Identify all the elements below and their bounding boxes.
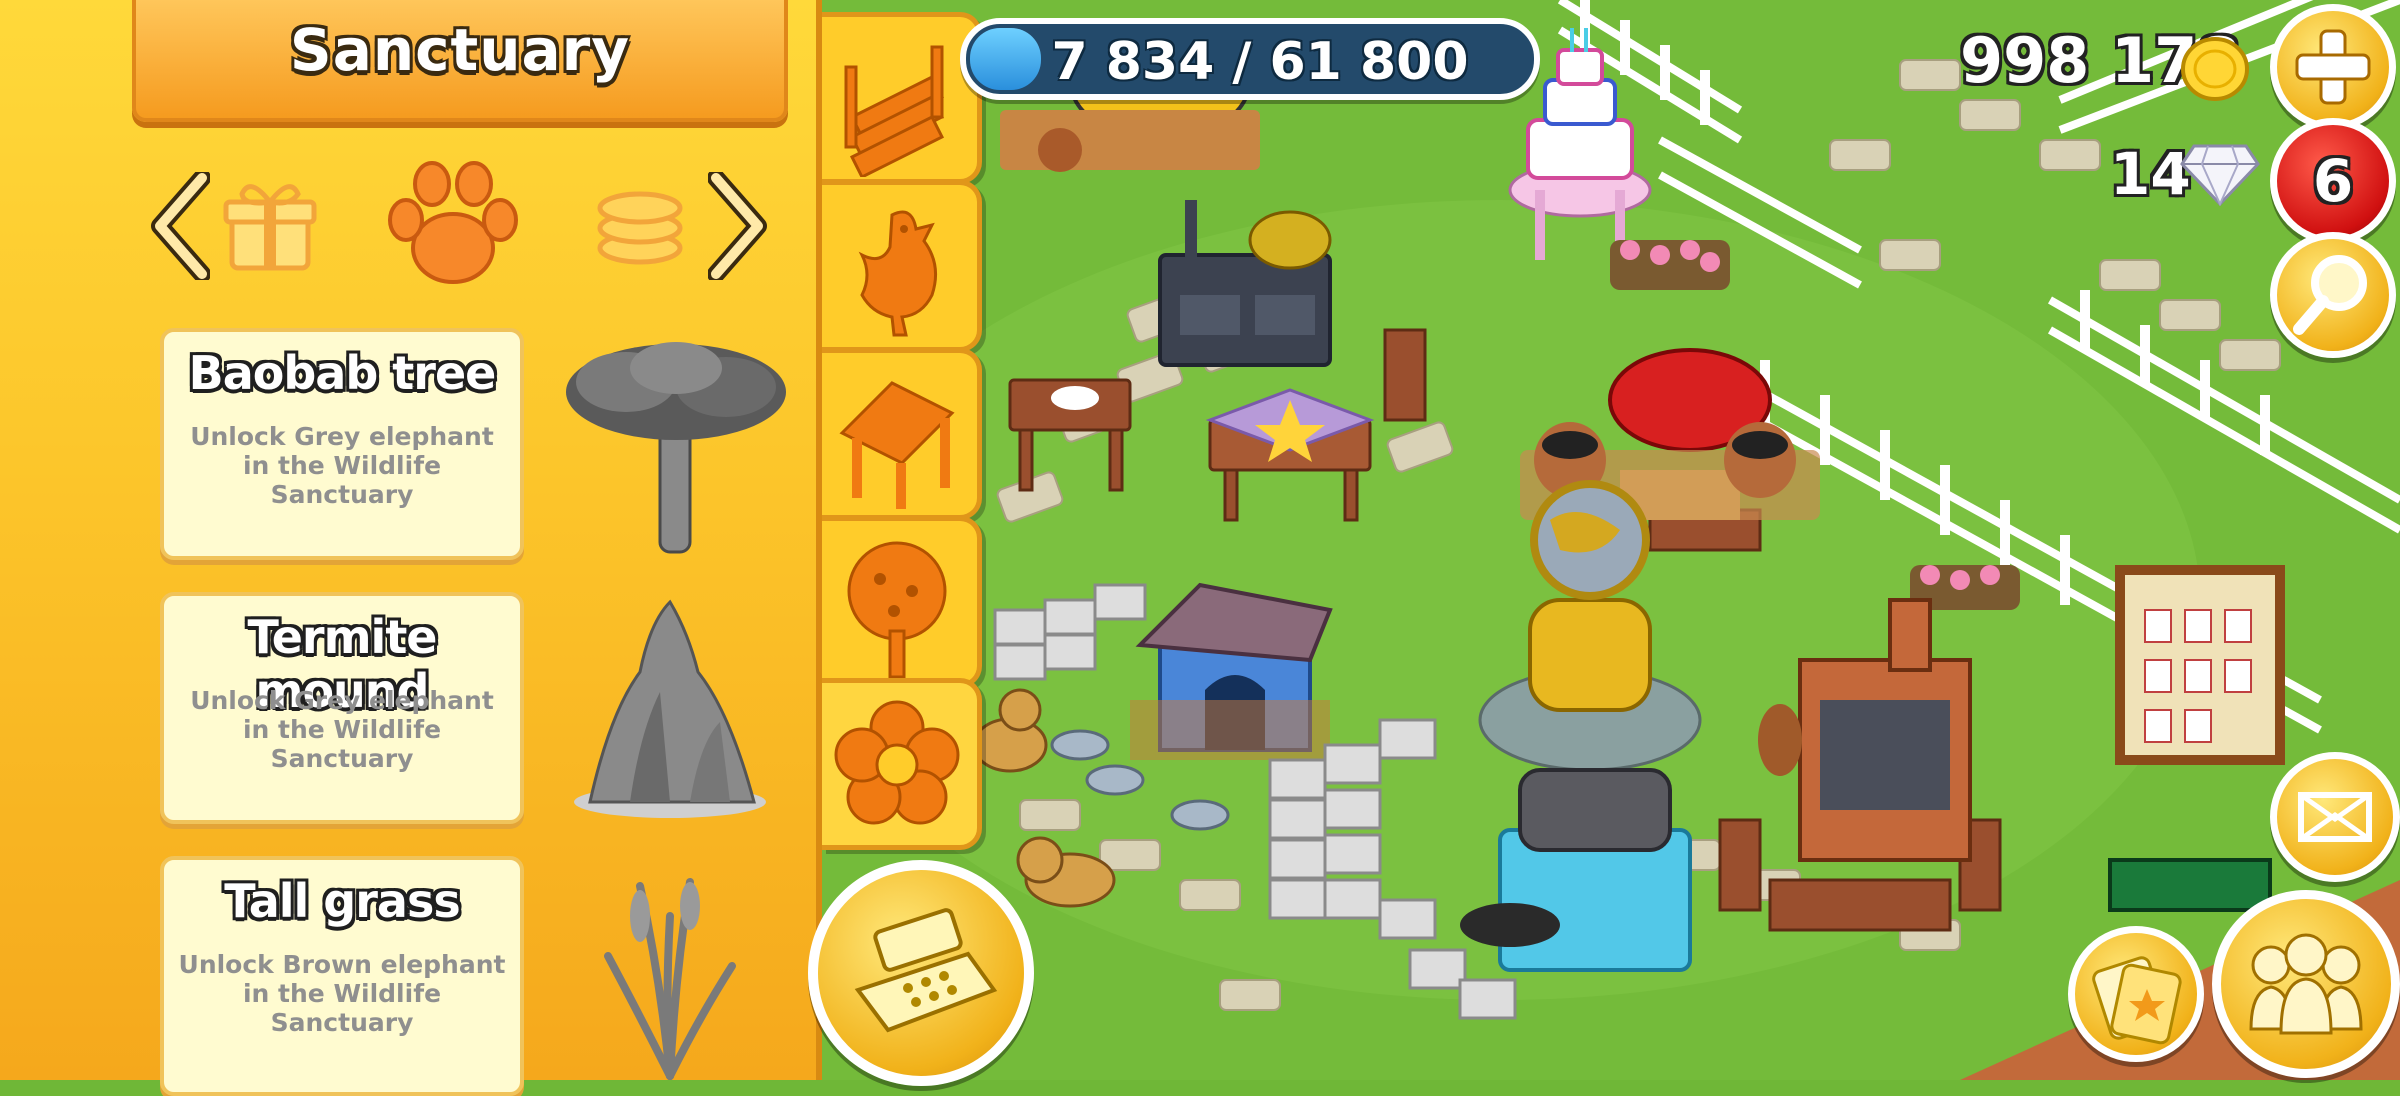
diamond-icon bbox=[2180, 144, 2260, 206]
coins-icon[interactable] bbox=[594, 182, 686, 266]
cards-icon bbox=[2092, 956, 2182, 1045]
item-description: Unlock Grey elephant in the Wildlife San… bbox=[190, 686, 494, 773]
shop-title: Sanctuary bbox=[289, 16, 631, 84]
notifications-badge-button[interactable]: 6 bbox=[2270, 118, 2396, 244]
add-coins-button[interactable] bbox=[2270, 4, 2396, 130]
gift-icon[interactable] bbox=[222, 172, 318, 272]
tab-decorations[interactable] bbox=[822, 678, 982, 850]
cash-register-icon bbox=[854, 908, 998, 1033]
baobab-tree-icon[interactable] bbox=[556, 332, 796, 560]
edit-farm-button[interactable] bbox=[2270, 752, 2400, 882]
paw-icon[interactable] bbox=[378, 160, 528, 290]
shop-item-termite-mound[interactable]: Termite mound Unlock Grey elephant in th… bbox=[160, 592, 524, 824]
plus-icon bbox=[2295, 29, 2371, 105]
tab-buildings[interactable] bbox=[822, 348, 982, 520]
gazebo-tab-icon bbox=[839, 381, 955, 509]
tab-animals[interactable] bbox=[822, 180, 982, 352]
shop-panel: Sanctuary Baobab tree Unlock Grey elepha… bbox=[0, 0, 822, 1096]
item-name: Tall grass bbox=[224, 874, 460, 928]
item-description: Unlock Grey elephant in the Wildlife San… bbox=[190, 422, 494, 509]
item-name: Baobab tree bbox=[188, 346, 497, 400]
xp-bar[interactable]: 7 834 / 61 800 bbox=[960, 18, 1540, 100]
friends-icon bbox=[2249, 933, 2363, 1035]
coin-icon bbox=[2181, 37, 2249, 101]
diamond-count: 14 bbox=[2110, 140, 2191, 208]
category-prev-arrow[interactable] bbox=[150, 172, 210, 280]
shop-item-tall-grass[interactable]: Tall grass Unlock Brown elephant in the … bbox=[160, 856, 524, 1096]
shop-item-baobab-tree[interactable]: Baobab tree Unlock Grey elephant in the … bbox=[160, 328, 524, 560]
notification-count: 6 bbox=[2312, 147, 2354, 215]
roadside-shop-button[interactable] bbox=[808, 860, 1034, 1086]
xp-text: 7 834 / 61 800 bbox=[1051, 32, 1469, 92]
flower-tab-icon bbox=[834, 700, 960, 825]
shop-title-bar: Sanctuary bbox=[132, 0, 788, 122]
magnifier-icon bbox=[2293, 255, 2367, 335]
tree-tab-icon bbox=[847, 541, 947, 679]
newspaper-button[interactable] bbox=[2068, 926, 2204, 1062]
fence-tab-icon bbox=[844, 45, 945, 177]
tab-fences[interactable] bbox=[822, 12, 982, 184]
search-button[interactable] bbox=[2270, 232, 2396, 358]
chicken-tab-icon bbox=[858, 210, 938, 337]
tab-trees[interactable] bbox=[822, 516, 982, 688]
expand-arrows-icon bbox=[2298, 792, 2372, 842]
friends-button[interactable] bbox=[2212, 890, 2400, 1078]
tall-grass-icon[interactable] bbox=[600, 876, 740, 1080]
category-next-arrow[interactable] bbox=[708, 172, 768, 280]
item-description: Unlock Brown elephant in the Wildlife Sa… bbox=[178, 950, 506, 1037]
termite-mound-icon[interactable] bbox=[570, 592, 770, 824]
